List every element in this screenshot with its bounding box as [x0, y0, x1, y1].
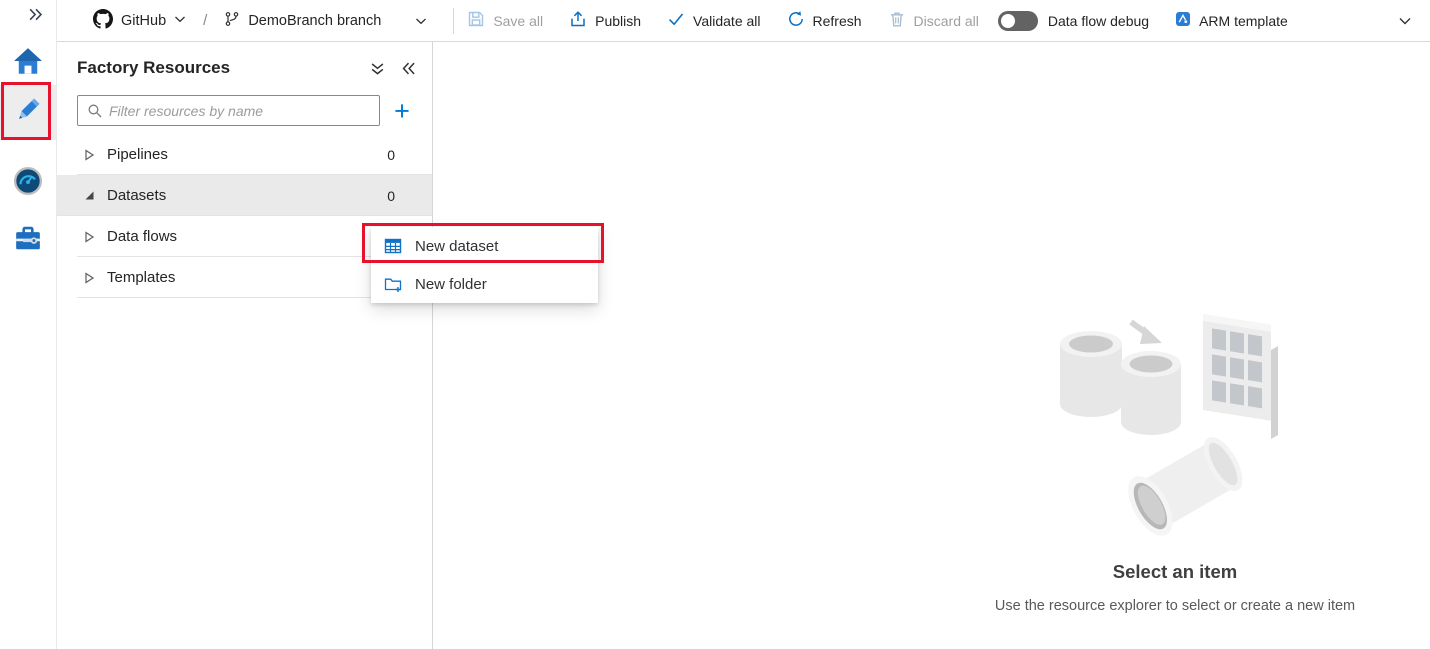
tree-item-count: 0	[387, 147, 395, 163]
sidebar-item-home[interactable]	[0, 46, 56, 81]
collapse-all-icon[interactable]	[370, 61, 385, 76]
menu-item-new-dataset[interactable]: New dataset	[371, 227, 598, 265]
tree-item-count: 0	[387, 188, 395, 204]
validate-all-label: Validate all	[693, 13, 760, 29]
arm-template-icon	[1175, 11, 1191, 30]
repo-separator: /	[203, 12, 207, 29]
factory-resources-panel: Factory Resources +	[57, 42, 433, 649]
filter-resources-input[interactable]	[107, 102, 379, 120]
refresh-label: Refresh	[813, 13, 862, 29]
azure-data-factory-app: GitHub / DemoBranch branch	[0, 0, 1430, 649]
empty-state-title: Select an item	[965, 561, 1385, 583]
chevron-down-icon[interactable]	[174, 13, 186, 29]
validate-all-button[interactable]: Validate all	[654, 0, 773, 42]
left-nav-rail	[0, 0, 57, 649]
chevron-down-icon[interactable]	[415, 15, 427, 27]
add-resource-button[interactable]: +	[380, 96, 424, 126]
save-icon	[467, 10, 485, 31]
menu-item-label: New dataset	[415, 238, 498, 255]
toolbox-icon	[14, 224, 42, 257]
data-flow-debug-toggle-group: Data flow debug	[998, 11, 1149, 31]
menu-item-label: New folder	[415, 276, 487, 293]
search-icon	[87, 103, 103, 119]
save-all-button[interactable]: Save all	[454, 0, 556, 42]
folder-add-icon	[384, 275, 402, 293]
repo-provider-label[interactable]: GitHub	[121, 13, 166, 29]
gauge-icon	[13, 166, 43, 201]
table-icon	[384, 237, 402, 255]
empty-state-subtitle: Use the resource explorer to select or c…	[965, 598, 1385, 614]
tree-item-pipelines[interactable]: Pipelines 0	[57, 134, 432, 175]
panel-header: Factory Resources	[57, 42, 432, 78]
data-flow-debug-label: Data flow debug	[1048, 13, 1149, 29]
chevron-right-icon[interactable]	[84, 231, 107, 243]
home-icon	[13, 46, 43, 81]
save-all-label: Save all	[493, 13, 543, 29]
tree-item-label: Datasets	[107, 187, 166, 204]
tree-item-label: Pipelines	[107, 146, 168, 163]
arm-template-label: ARM template	[1199, 13, 1288, 29]
publish-icon	[569, 10, 587, 31]
sidebar-item-monitor[interactable]	[0, 166, 56, 201]
expand-rail-icon[interactable]	[28, 7, 43, 27]
chevron-right-icon[interactable]	[84, 272, 107, 284]
tree-item-label: Templates	[107, 269, 175, 286]
menu-item-new-folder[interactable]: New folder	[371, 265, 598, 303]
chevron-right-icon[interactable]	[84, 149, 107, 161]
triangle-expanded-icon[interactable]	[84, 190, 107, 201]
arm-template-menu[interactable]: ARM template	[1175, 11, 1288, 30]
tree-item-label: Data flows	[107, 228, 177, 245]
toggle-knob	[1001, 14, 1015, 28]
sidebar-item-manage[interactable]	[0, 224, 56, 257]
top-toolbar: GitHub / DemoBranch branch	[57, 0, 1430, 42]
chevron-down-icon[interactable]	[1398, 14, 1412, 28]
checkmark-icon	[667, 10, 685, 31]
sidebar-item-author[interactable]	[0, 85, 56, 140]
datasets-context-menu: New dataset New folder	[371, 227, 598, 303]
filter-row: +	[77, 95, 424, 126]
branch-name-label[interactable]: DemoBranch branch	[248, 13, 381, 29]
panel-title: Factory Resources	[77, 58, 354, 78]
tree-item-datasets[interactable]: Datasets 0	[57, 175, 432, 216]
data-flow-debug-toggle[interactable]	[998, 11, 1038, 31]
pencil-icon	[14, 96, 42, 129]
collapse-panel-icon[interactable]	[401, 61, 416, 76]
refresh-icon	[787, 10, 805, 31]
discard-all-button[interactable]: Discard all	[875, 0, 992, 42]
select-item-illustration	[1045, 314, 1305, 549]
canvas-empty-state: Select an item Use the resource explorer…	[965, 314, 1385, 614]
publish-label: Publish	[595, 13, 641, 29]
search-box	[77, 95, 380, 126]
trash-icon	[888, 10, 906, 31]
github-icon	[93, 9, 113, 33]
repo-selector: GitHub / DemoBranch branch	[93, 9, 427, 33]
discard-all-label: Discard all	[914, 13, 979, 29]
publish-button[interactable]: Publish	[556, 0, 654, 42]
git-branch-icon	[224, 11, 240, 31]
refresh-button[interactable]: Refresh	[774, 0, 875, 42]
